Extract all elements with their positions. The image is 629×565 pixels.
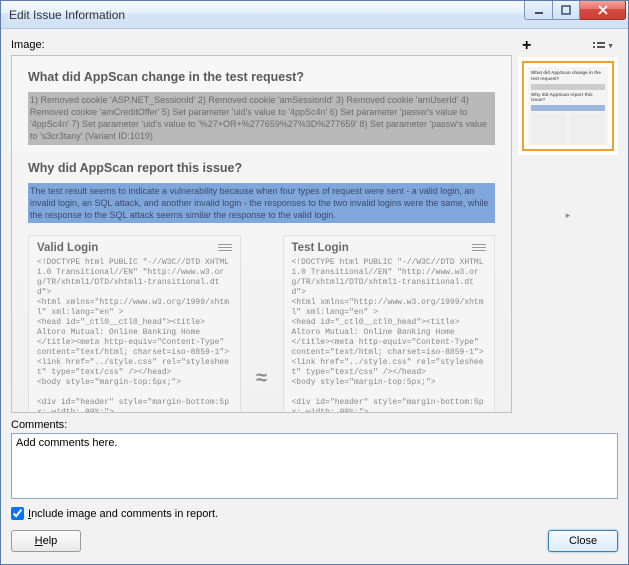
image-preview: What did AppScan change in the test requ…: [11, 55, 512, 413]
include-label[interactable]: Include image and comments in report.: [28, 508, 218, 520]
test-login-title: Test Login: [292, 242, 349, 254]
approx-icon: ≈: [253, 315, 271, 412]
thumbnail-sidebar: + ▼ What did AppScan change in the test …: [518, 39, 618, 413]
valid-login-code: <!DOCTYPE html PUBLIC "-//W3C//DTD XHTML…: [37, 258, 232, 412]
test-login-code: <!DOCTYPE html PUBLIC "-//W3C//DTD XHTML…: [292, 258, 487, 412]
report-question-2: Why did AppScan report this issue?: [28, 161, 495, 175]
comments-label: Comments:: [11, 419, 618, 431]
valid-login-title: Valid Login: [37, 242, 98, 254]
include-checkbox[interactable]: [11, 507, 24, 520]
report-answer-2: The test result seems to indicate a vuln…: [28, 183, 495, 223]
titlebar[interactable]: Edit Issue Information: [1, 1, 628, 29]
help-button[interactable]: Help: [11, 530, 81, 552]
test-login-column: Test Login <!DOCTYPE html PUBLIC "-//W3C…: [283, 235, 496, 412]
window-title: Edit Issue Information: [9, 8, 524, 22]
image-label: Image:: [11, 39, 512, 51]
valid-login-column: Valid Login <!DOCTYPE html PUBLIC "-//W3…: [28, 235, 241, 412]
minimize-button[interactable]: [524, 1, 552, 20]
dialog-window: Edit Issue Information Image: What did A…: [0, 0, 629, 565]
expand-handle-icon[interactable]: ▸: [563, 195, 573, 235]
lines-icon: [472, 244, 486, 252]
list-options-icon[interactable]: ▼: [593, 41, 614, 51]
dialog-content: Image: What did AppScan change in the te…: [1, 29, 628, 564]
report-answer-1: 1) Removed cookie 'ASP.NET_SessionId' 2)…: [28, 92, 495, 145]
image-panel: Image: What did AppScan change in the te…: [11, 39, 512, 413]
maximize-button[interactable]: [552, 1, 580, 20]
close-window-button[interactable]: [580, 1, 626, 20]
comments-input[interactable]: [11, 433, 618, 499]
add-icon[interactable]: +: [522, 41, 531, 51]
close-button[interactable]: Close: [548, 530, 618, 552]
report-question-1: What did AppScan change in the test requ…: [28, 70, 495, 84]
thumbnail-item[interactable]: What did AppScan change in the test requ…: [522, 61, 614, 151]
lines-icon: [218, 244, 232, 252]
